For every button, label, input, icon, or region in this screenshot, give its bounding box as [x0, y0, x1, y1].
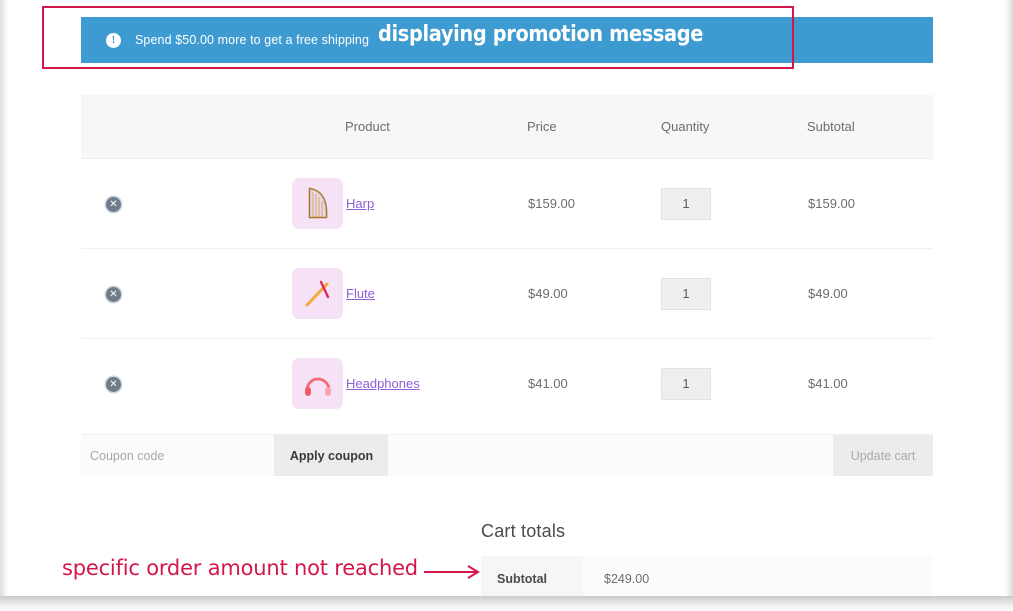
subtotal-cell: $159.00	[807, 158, 933, 249]
harp-thumbnail[interactable]	[292, 178, 343, 229]
cart-table: Product Price Quantity Subtotal ✕ Harp $…	[81, 95, 933, 428]
promotion-message: Spend $50.00 more to get a free shipping	[135, 33, 370, 47]
remove-circle-icon[interactable]: ✕	[106, 377, 121, 392]
quantity-value: 1	[682, 286, 690, 301]
promotion-annotation-label: displaying promotion message	[378, 22, 704, 47]
headphones-thumbnail[interactable]	[292, 358, 343, 409]
page-container: ! Spend $50.00 more to get a free shippi…	[0, 0, 1013, 611]
page-left-shadow	[0, 0, 9, 597]
cart-totals-title: Cart totals	[481, 521, 566, 541]
quantity-stepper[interactable]: 1	[661, 277, 711, 310]
right-arrow-icon	[424, 565, 480, 579]
product-link[interactable]: Flute	[346, 286, 375, 301]
table-row: ✕ Flute $49.00 1 $49.00	[81, 248, 933, 339]
table-row: ✕ Harp $159.00 1 $159.00	[81, 158, 933, 249]
quantity-cell: 1	[661, 338, 807, 428]
cart-totals-row: Subtotal $249.00	[481, 556, 933, 602]
remove-circle-icon[interactable]: ✕	[106, 197, 121, 212]
subtotal-value: $249.00	[583, 556, 933, 602]
subtotal-cell: $49.00	[807, 248, 933, 339]
product-link[interactable]: Headphones	[346, 376, 420, 391]
quantity-value: 1	[682, 376, 690, 391]
column-header-subtotal: Subtotal	[807, 95, 933, 159]
product-cell: Harp	[345, 158, 527, 249]
remove-circle-icon[interactable]: ✕	[106, 287, 121, 302]
order-amount-annotation-label: specific order amount not reached	[62, 556, 418, 580]
remove-cell: ✕	[81, 338, 147, 428]
quantity-stepper[interactable]: 1	[661, 367, 711, 400]
cart-table-header-row: Product Price Quantity Subtotal	[81, 95, 933, 159]
thumbnail-cell	[147, 248, 345, 339]
product-link[interactable]: Harp	[346, 196, 374, 211]
column-header-thumbnail	[147, 95, 345, 159]
remove-cell: ✕	[81, 248, 147, 339]
quantity-cell: 1	[661, 158, 807, 249]
page-right-shadow	[1004, 0, 1013, 597]
column-header-product: Product	[345, 95, 527, 159]
column-header-price: Price	[527, 95, 661, 159]
quantity-cell: 1	[661, 248, 807, 339]
price-cell: $159.00	[527, 158, 661, 249]
price-cell: $41.00	[527, 338, 661, 428]
cart-actions-row: Apply coupon Update cart	[81, 434, 933, 476]
remove-cell: ✕	[81, 158, 147, 249]
update-cart-button[interactable]: Update cart	[833, 435, 933, 476]
info-circle-icon: !	[106, 32, 121, 48]
quantity-stepper[interactable]: 1	[661, 187, 711, 220]
flute-thumbnail[interactable]	[292, 268, 343, 319]
product-cell: Flute	[345, 248, 527, 339]
subtotal-cell: $41.00	[807, 338, 933, 428]
apply-coupon-button[interactable]: Apply coupon	[275, 435, 388, 476]
cart-totals-table: Subtotal $249.00	[481, 556, 933, 602]
product-cell: Headphones	[345, 338, 527, 428]
thumbnail-cell	[147, 158, 345, 249]
subtotal-label: Subtotal	[481, 556, 583, 602]
thumbnail-cell	[147, 338, 345, 428]
coupon-code-input[interactable]	[81, 435, 275, 476]
actions-spacer	[388, 435, 833, 476]
column-header-remove	[81, 95, 147, 159]
column-header-quantity: Quantity	[661, 95, 807, 159]
table-row: ✕ Headphones $41.00 1 $41.00	[81, 338, 933, 428]
price-cell: $49.00	[527, 248, 661, 339]
quantity-value: 1	[682, 196, 690, 211]
